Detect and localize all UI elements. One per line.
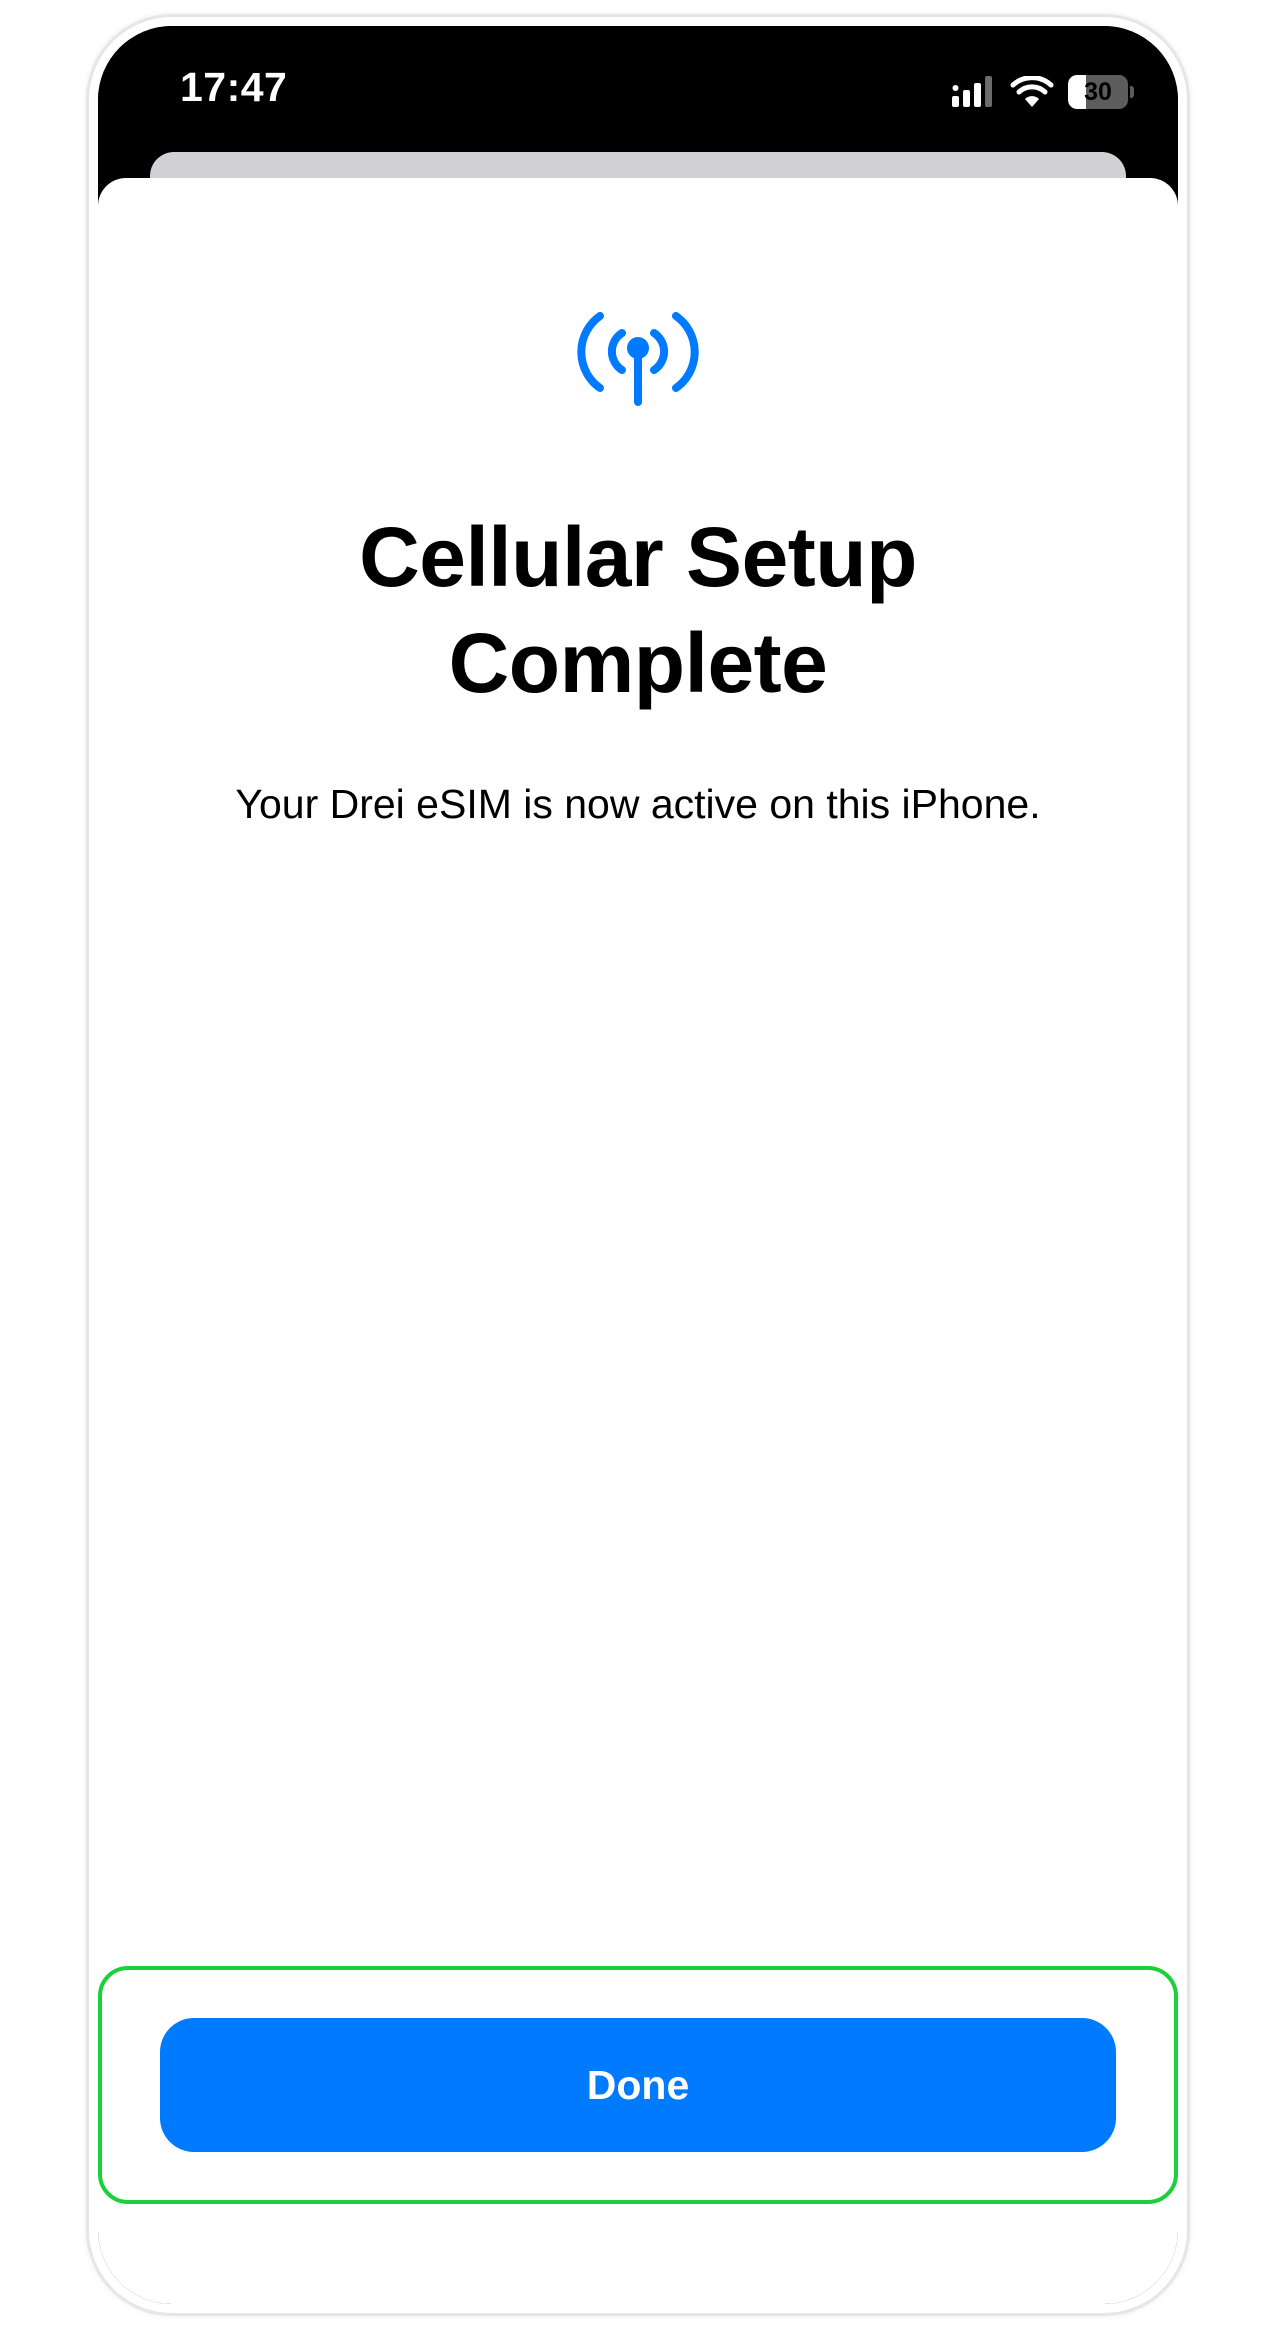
done-button[interactable]: Done xyxy=(160,2018,1116,2152)
page-title: Cellular Setup Complete xyxy=(98,504,1178,716)
wifi-icon xyxy=(1010,76,1054,108)
battery-body: 30 xyxy=(1068,75,1128,109)
battery-cap xyxy=(1130,86,1134,98)
status-icons: 30 xyxy=(952,70,1134,114)
canvas: 17:47 30 Cellular Setup Complete Your Dr… xyxy=(0,0,1276,2326)
page-subtitle: Your Drei eSIM is now active on this iPh… xyxy=(235,781,1041,827)
antenna-icon xyxy=(572,288,704,408)
battery-icon: 30 xyxy=(1068,75,1134,109)
page-title-text: Cellular Setup Complete xyxy=(359,510,917,710)
signal-icon xyxy=(952,76,996,108)
status-time: 17:47 xyxy=(180,64,288,110)
phone-screen: 17:47 30 Cellular Setup Complete Your Dr… xyxy=(98,26,1178,2304)
battery-level: 30 xyxy=(1084,78,1112,106)
